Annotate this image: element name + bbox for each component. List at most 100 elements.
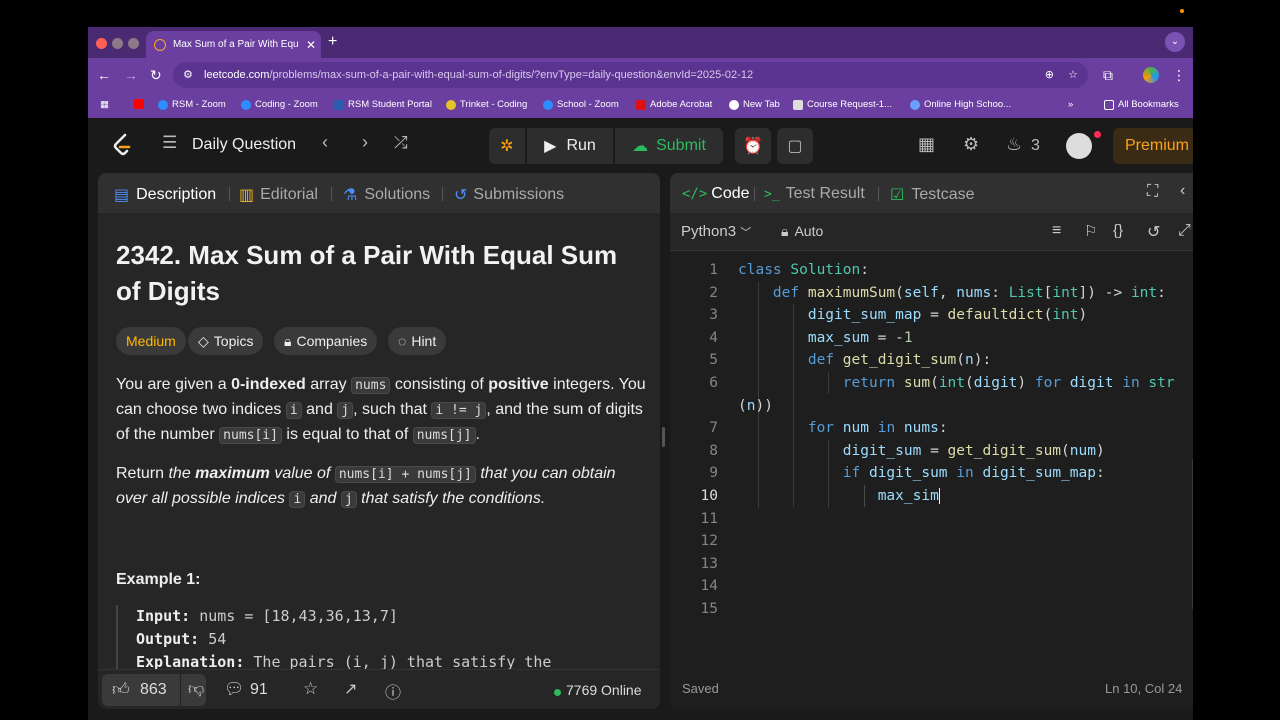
- thumbs-down-icon[interactable]: 👎︎: [188, 680, 204, 699]
- vote-group: 👍︎ 863 👎︎: [102, 674, 206, 706]
- leetcode-favicon-icon: [154, 38, 166, 51]
- submit-button[interactable]: ☁ Submit: [615, 128, 723, 164]
- tab-submissions[interactable]: ↺ Submissions: [454, 185, 564, 205]
- zoom-icon: [543, 99, 553, 110]
- language-select[interactable]: Python3 ﹀: [681, 223, 751, 240]
- topics-chip[interactable]: ◇ Topics: [188, 327, 264, 355]
- collapse-icon[interactable]: ‹: [1180, 182, 1185, 200]
- tab-description[interactable]: ▤ Description: [114, 185, 216, 205]
- code-line: digit_sum = get_digit_sum(num): [842, 442, 1105, 459]
- youtube-bookmark[interactable]: [134, 99, 148, 109]
- run-button[interactable]: ▶ Run: [527, 128, 613, 164]
- zoom-icon[interactable]: ⊕: [1045, 62, 1054, 88]
- address-bar-row: ← → ↻ ⚙ leetcode.com/problems/max-sum-of…: [88, 58, 1193, 92]
- timer-icon[interactable]: ⏰: [735, 128, 771, 164]
- bookmark-item[interactable]: New Tab: [729, 99, 780, 110]
- line-number: 9: [709, 465, 718, 482]
- more-bookmarks-icon[interactable]: »: [1068, 99, 1073, 110]
- settings-gear-icon[interactable]: ⚙: [963, 134, 979, 155]
- tab-solutions[interactable]: ⚗ Solutions: [343, 185, 430, 205]
- fullscreen-icon[interactable]: ⤢: [1178, 222, 1191, 240]
- daily-question-link[interactable]: Daily Question: [192, 136, 296, 154]
- notes-icon[interactable]: ▢: [777, 128, 813, 164]
- comment-icon[interactable]: 💬︎: [224, 679, 244, 699]
- tab-code[interactable]: </> Code: [682, 185, 750, 203]
- right-tab-bar: </> Code >_ Test Result ☑ Testcase ⛶ ‹: [670, 173, 1193, 213]
- share-icon[interactable]: ↗: [344, 679, 357, 699]
- history-icon: ↺: [454, 187, 468, 204]
- bookmark-item[interactable]: Course Request-1...: [793, 99, 892, 110]
- tab-test-result[interactable]: >_ Test Result: [764, 185, 865, 203]
- maximize-window-dot[interactable]: [128, 38, 139, 49]
- browser-menu-icon[interactable]: ⋮: [1172, 67, 1186, 84]
- profile-icon[interactable]: [1143, 67, 1159, 83]
- layout-icon[interactable]: ▦: [918, 134, 935, 155]
- code-editor[interactable]: 1 2 3 4 5 6 7 8 9 10 11 12 13 14 15 clas…: [670, 259, 1193, 659]
- minimize-window-dot[interactable]: [112, 38, 123, 49]
- streak-fire-icon[interactable]: ♨: [1006, 134, 1022, 155]
- panel-resize-handle[interactable]: [662, 427, 665, 447]
- hint-chip[interactable]: ◌ Hint: [388, 327, 447, 355]
- shuffle-icon[interactable]: ⤮: [394, 133, 408, 153]
- maximize-icon[interactable]: ⛶: [1147, 183, 1158, 201]
- bookmark-label: RSM Student Portal: [348, 99, 432, 110]
- braces-icon[interactable]: {}: [1113, 222, 1123, 239]
- new-tab-icon[interactable]: +: [328, 33, 337, 51]
- site-info-icon[interactable]: ⚙: [183, 62, 193, 88]
- line-number: 5: [709, 352, 718, 369]
- tab-editorial[interactable]: ▥ Editorial: [239, 185, 318, 205]
- code-panel: </> Code >_ Test Result ☑ Testcase ⛶ ‹ Pyth…: [670, 173, 1193, 709]
- favorite-star-icon[interactable]: ☆: [303, 679, 318, 699]
- bookmark-star-icon[interactable]: ☆: [1068, 62, 1078, 88]
- close-window-dot[interactable]: [96, 38, 107, 49]
- forward-icon[interactable]: →: [124, 67, 138, 83]
- tab-label: Code: [711, 185, 750, 202]
- bookmark-label: Adobe Acrobat: [650, 99, 713, 110]
- editor-status-bar: Saved Ln 10, Col 24: [670, 669, 1193, 709]
- bookmark-item[interactable]: Coding - Zoom: [241, 99, 318, 110]
- code-line: digit_sum_map = defaultdict(int): [807, 307, 1088, 324]
- next-problem-icon[interactable]: ›: [362, 132, 368, 153]
- problem-list-icon[interactable]: ☰: [162, 133, 177, 153]
- rsm-icon: [334, 99, 344, 110]
- zoom-icon: [158, 99, 168, 110]
- avatar[interactable]: [1066, 133, 1092, 159]
- premium-button[interactable]: Premium: [1113, 128, 1193, 164]
- companies-chip[interactable]: 🔒︎ Companies: [274, 327, 378, 355]
- help-icon[interactable]: ⓘ: [385, 679, 401, 703]
- prev-problem-icon[interactable]: ‹: [322, 132, 328, 153]
- debug-icon[interactable]: ✲: [489, 128, 525, 164]
- tab-testcase[interactable]: ☑ Testcase: [890, 185, 974, 205]
- close-tab-icon[interactable]: ✕: [306, 38, 316, 52]
- reset-icon[interactable]: ↺: [1147, 222, 1160, 242]
- bookmark-label: Trinket - Coding: [460, 99, 528, 110]
- tab-search-icon[interactable]: ⌄: [1165, 32, 1185, 52]
- all-bookmarks[interactable]: All Bookmarks: [1104, 99, 1179, 110]
- bookmark-item[interactable]: Trinket - Coding: [446, 99, 527, 110]
- url-field[interactable]: ⚙ leetcode.com/problems/max-sum-of-a-pai…: [173, 62, 1088, 88]
- leetcode-logo-icon[interactable]: [112, 133, 132, 157]
- bookmark-label: School - Zoom: [557, 99, 619, 110]
- editor-toolbar: Python3 ﹀ 🔒︎ Auto ≡ ⚐ {} ↺ ⤢: [670, 213, 1193, 251]
- bookmark-item[interactable]: School - Zoom: [543, 99, 619, 110]
- chip-label: Topics: [213, 333, 254, 349]
- back-icon[interactable]: ←: [97, 67, 111, 83]
- extensions-icon[interactable]: ⧉: [1103, 67, 1113, 84]
- example-heading: Example 1:: [116, 571, 201, 588]
- thumbs-up-icon[interactable]: 👍︎: [112, 679, 130, 700]
- format-icon[interactable]: ≡: [1052, 222, 1061, 240]
- bookmark-item[interactable]: RSM Student Portal: [334, 99, 432, 110]
- bookmark-label: Course Request-1...: [807, 99, 893, 110]
- browser-tab[interactable]: Max Sum of a Pair With Equal Sum of Digi…: [146, 31, 321, 58]
- reload-icon[interactable]: ↻: [150, 67, 162, 84]
- line-number: 13: [700, 555, 718, 572]
- apps-icon[interactable]: ▦: [100, 99, 109, 110]
- bookmark-icon[interactable]: ⚐: [1084, 222, 1097, 240]
- tag-icon: ◇: [198, 333, 209, 349]
- output-value: 54: [199, 630, 227, 648]
- bookmark-item[interactable]: Adobe Acrobat: [636, 99, 712, 110]
- editor-scrollbar[interactable]: [1192, 459, 1193, 609]
- bookmark-item[interactable]: Online High Schoo...: [910, 99, 1011, 110]
- bookmark-item[interactable]: RSM - Zoom: [158, 99, 226, 110]
- document-icon: [793, 99, 803, 110]
